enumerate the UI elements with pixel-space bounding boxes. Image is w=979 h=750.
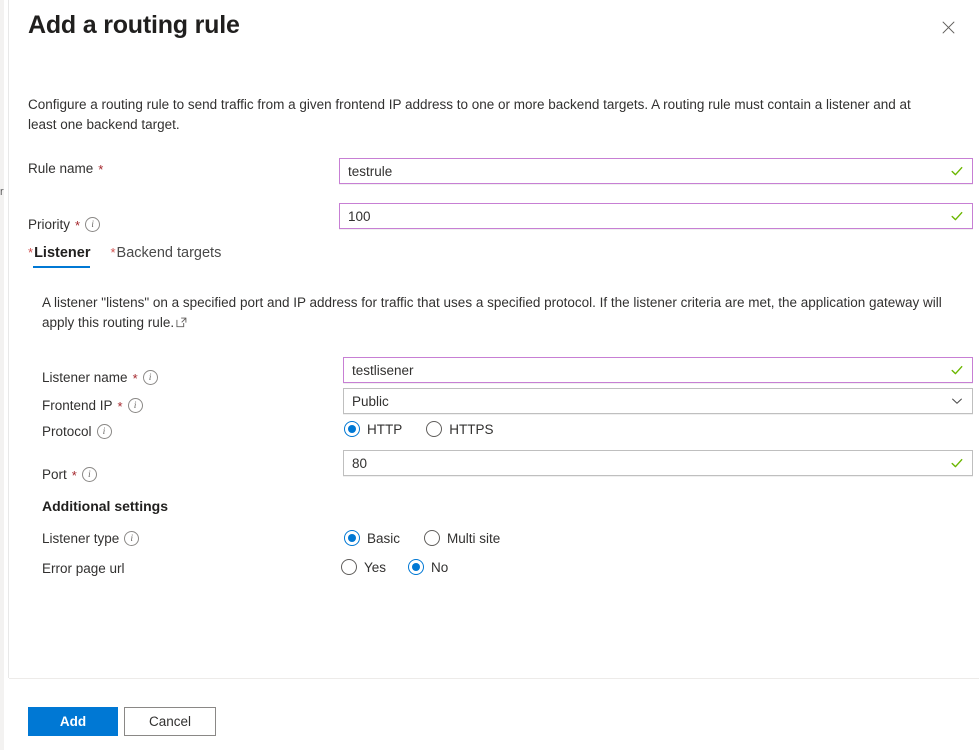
info-icon[interactable]: i: [96, 424, 112, 439]
rule-name-label: Rule name *: [28, 161, 103, 176]
priority-input[interactable]: 100: [339, 203, 973, 229]
info-icon[interactable]: i: [81, 467, 97, 482]
rule-name-label-text: Rule name: [28, 161, 94, 176]
info-icon[interactable]: i: [127, 398, 143, 413]
protocol-option-http-label: HTTP: [367, 421, 403, 437]
error-page-url-option-yes-label: Yes: [364, 559, 387, 575]
port-label: Port * i: [42, 467, 97, 482]
tab-backend-targets-label: Backend targets: [116, 245, 222, 261]
radio-icon: [341, 559, 357, 575]
priority-value: 100: [348, 208, 371, 224]
listener-name-input[interactable]: testlisener: [343, 357, 973, 383]
info-icon[interactable]: i: [142, 370, 158, 385]
required-asterisk: *: [132, 371, 138, 386]
close-icon[interactable]: [935, 14, 961, 40]
background-bleed-left: r: [0, 186, 4, 198]
frontend-ip-label: Frontend IP * i: [42, 398, 143, 413]
listener-type-option-multi-site-label: Multi site: [447, 530, 501, 546]
protocol-option-https[interactable]: HTTPS: [426, 421, 494, 437]
tab-listener-label: Listener: [34, 245, 91, 261]
priority-label: Priority * i: [28, 217, 101, 233]
required-asterisk: *: [71, 468, 77, 483]
listener-name-label-text: Listener name: [42, 370, 128, 385]
error-page-url-label-text: Error page url: [42, 561, 125, 576]
listener-type-option-multi-site[interactable]: Multi site: [424, 530, 500, 546]
listener-name-value: testlisener: [352, 362, 414, 378]
cancel-button[interactable]: Cancel: [124, 707, 216, 736]
additional-settings-heading: Additional settings: [42, 498, 168, 514]
radio-icon: [344, 530, 360, 546]
port-input[interactable]: 80: [343, 450, 973, 476]
panel-description: Configure a routing rule to send traffic…: [28, 97, 911, 132]
tab-backend-targets[interactable]: * Backend targets: [110, 245, 221, 268]
error-page-url-label: Error page url: [42, 561, 125, 576]
frontend-ip-select[interactable]: Public: [343, 388, 973, 414]
add-button[interactable]: Add: [28, 707, 118, 736]
external-link-icon[interactable]: [176, 317, 187, 328]
protocol-label-text: Protocol: [42, 424, 92, 439]
info-icon[interactable]: i: [85, 217, 101, 232]
valid-check-icon: [950, 164, 964, 178]
rule-name-value: testrule: [348, 163, 393, 179]
chevron-down-icon: [950, 394, 964, 408]
valid-check-icon: [950, 209, 964, 223]
page-title: Add a routing rule: [28, 11, 240, 39]
info-icon[interactable]: i: [124, 531, 140, 546]
listener-type-option-basic[interactable]: Basic: [344, 530, 400, 546]
error-page-url-option-no[interactable]: No: [408, 559, 448, 575]
radio-icon: [408, 559, 425, 575]
frontend-ip-label-text: Frontend IP: [42, 398, 113, 413]
listener-type-label-text: Listener type: [42, 531, 120, 546]
error-page-url-radio-group: Yes No: [341, 559, 448, 575]
radio-icon: [424, 530, 441, 546]
valid-check-icon: [950, 456, 964, 470]
port-label-text: Port: [42, 467, 67, 482]
protocol-option-http[interactable]: HTTP: [344, 421, 402, 437]
required-asterisk: *: [28, 245, 34, 260]
required-asterisk: *: [98, 162, 104, 177]
blade-edge-rail: [0, 0, 4, 750]
listener-type-label: Listener type i: [42, 531, 140, 546]
priority-label-text: Priority: [28, 217, 71, 232]
frontend-ip-value: Public: [352, 393, 389, 409]
error-page-url-option-no-label: No: [431, 559, 449, 575]
error-page-url-option-yes[interactable]: Yes: [341, 559, 386, 575]
radio-icon: [344, 421, 360, 437]
radio-icon: [426, 421, 443, 437]
listener-description: A listener "listens" on a specified port…: [42, 293, 954, 333]
protocol-radio-group: HTTP HTTPS: [344, 421, 494, 437]
tab-list: * Listener * Backend targets: [28, 245, 221, 268]
tab-listener[interactable]: * Listener: [28, 245, 91, 268]
protocol-label: Protocol i: [42, 424, 112, 439]
footer-divider: [9, 678, 979, 679]
port-value: 80: [352, 455, 368, 471]
rule-name-input[interactable]: testrule: [339, 158, 973, 184]
required-asterisk: *: [110, 245, 116, 260]
listener-name-label: Listener name * i: [42, 370, 158, 385]
listener-type-option-basic-label: Basic: [367, 530, 401, 546]
listener-type-radio-group: Basic Multi site: [344, 530, 500, 546]
add-routing-rule-panel: Add a routing rule Configure a routing r…: [9, 0, 979, 750]
required-asterisk: *: [117, 399, 123, 414]
valid-check-icon: [950, 363, 964, 377]
required-asterisk: *: [75, 218, 81, 233]
protocol-option-https-label: HTTPS: [449, 421, 494, 437]
